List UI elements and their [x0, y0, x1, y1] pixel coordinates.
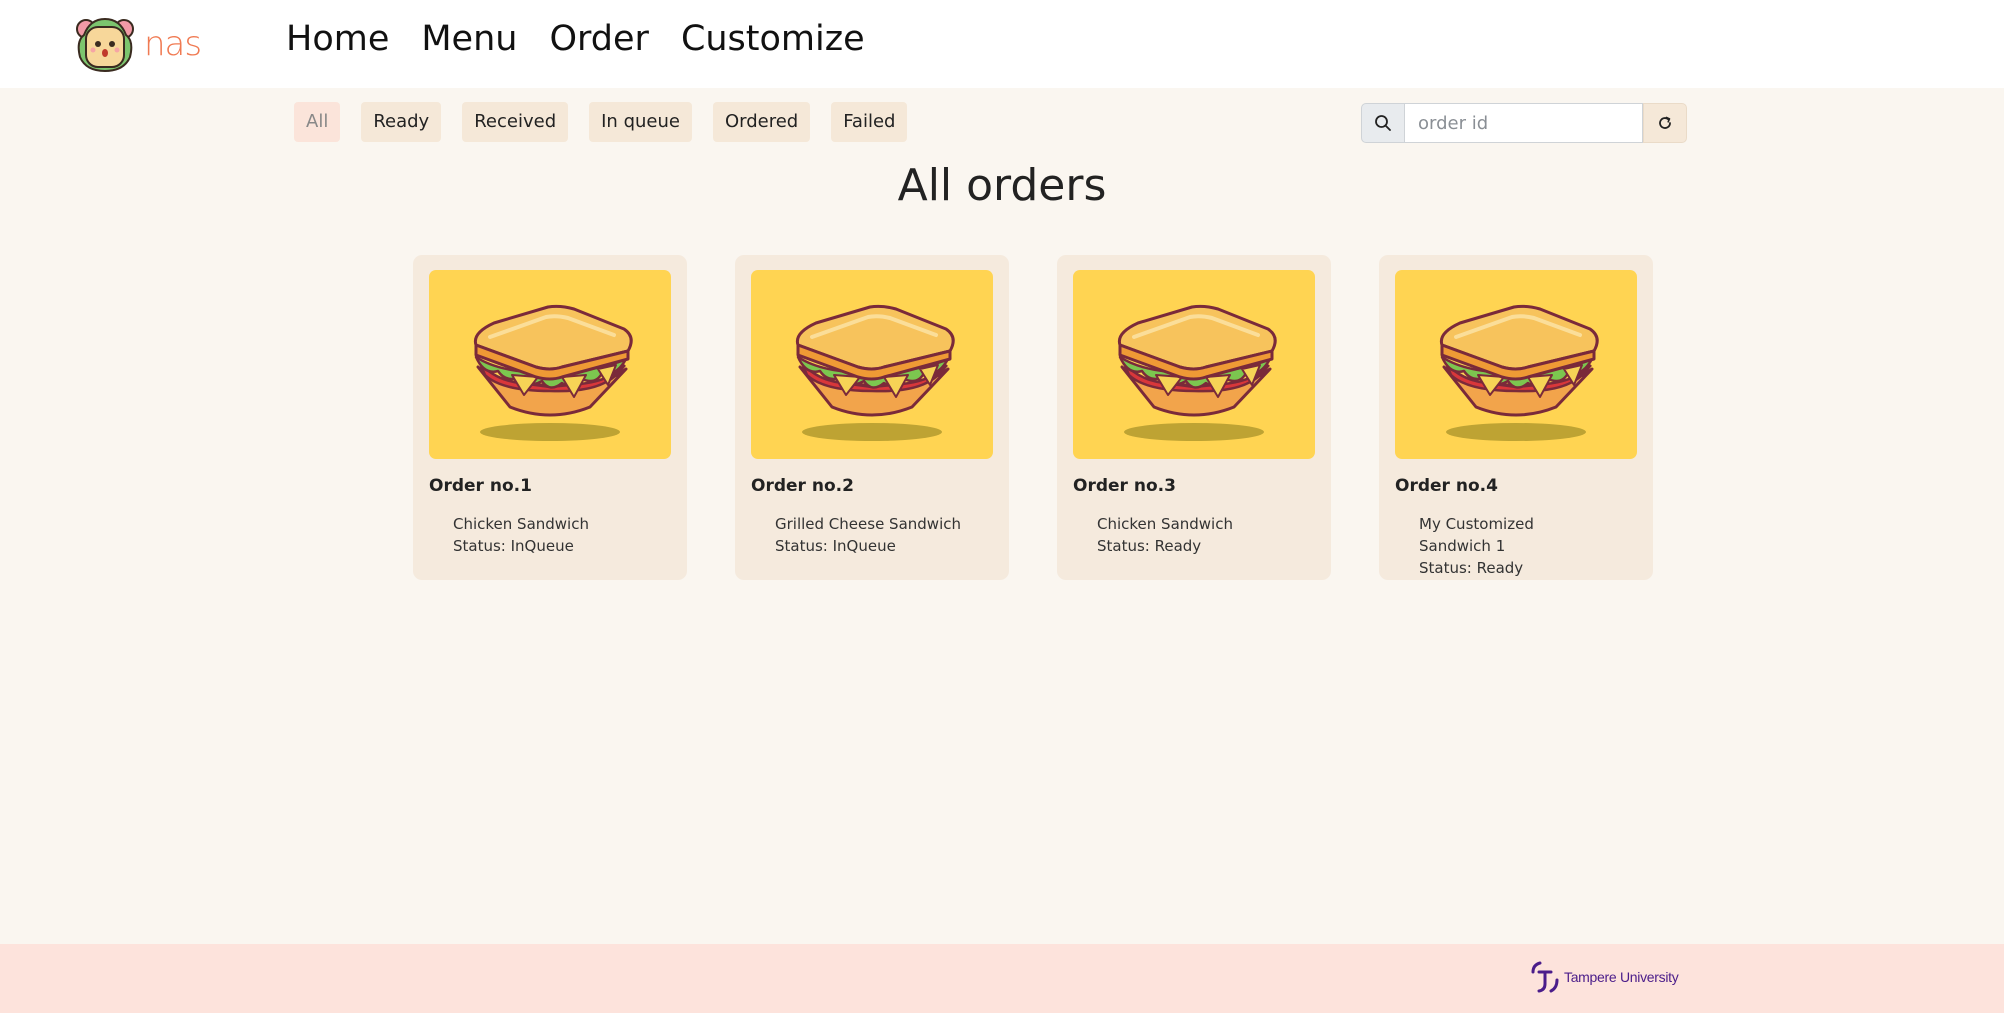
nav-order[interactable]: Order: [549, 18, 648, 60]
order-item: Grilled Cheese Sandwich: [775, 515, 961, 533]
top-navbar: nas Home Menu Order Customize: [0, 0, 2004, 88]
nav-menu[interactable]: Menu: [421, 18, 517, 60]
university-logo[interactable]: Tampere University: [1530, 960, 1679, 994]
filter-ordered[interactable]: Ordered: [712, 102, 811, 142]
filter-failed[interactable]: Failed: [831, 102, 908, 142]
filter-ready[interactable]: Ready: [361, 102, 442, 142]
status-filter-bar: All Ready Received In queue Ordered Fail…: [294, 102, 908, 142]
order-status: Status: Ready: [1097, 537, 1202, 555]
refresh-button[interactable]: [1643, 103, 1687, 143]
order-status: Status: InQueue: [775, 537, 896, 555]
order-card[interactable]: Order no.3 Chicken Sandwich Status: Read…: [1057, 255, 1331, 580]
search-button[interactable]: [1361, 103, 1405, 143]
sandwich-icon: [1439, 304, 1599, 441]
sandwich-mascot-icon: [76, 17, 134, 73]
sandwich-image: [429, 270, 671, 459]
order-details: My Customized Sandwich 1 Status: Ready: [1395, 513, 1605, 579]
sandwich-icon: [795, 304, 955, 441]
order-details: Chicken Sandwich Status: Ready: [1073, 513, 1283, 557]
order-title: Order no.3: [1073, 476, 1176, 496]
sandwich-image: [1395, 270, 1637, 459]
filter-in-queue[interactable]: In queue: [589, 102, 692, 142]
nav-customize[interactable]: Customize: [681, 18, 865, 60]
page-title: All orders: [897, 160, 1107, 211]
order-status: Status: InQueue: [453, 537, 574, 555]
order-item: My Customized Sandwich 1: [1419, 515, 1534, 555]
order-card[interactable]: Order no.4 My Customized Sandwich 1 Stat…: [1379, 255, 1653, 580]
filter-received[interactable]: Received: [462, 102, 569, 142]
brand-name: nas: [144, 24, 202, 64]
order-search: [1361, 103, 1687, 143]
tampere-university-icon: [1531, 961, 1559, 993]
search-icon: [1375, 115, 1391, 131]
sandwich-icon: [473, 304, 633, 441]
order-title: Order no.1: [429, 476, 532, 496]
order-card[interactable]: Order no.2 Grilled Cheese Sandwich Statu…: [735, 255, 1009, 580]
order-item: Chicken Sandwich: [1097, 515, 1233, 533]
nav-home[interactable]: Home: [286, 18, 389, 60]
order-title: Order no.2: [751, 476, 854, 496]
sandwich-icon: [1117, 304, 1277, 441]
sandwich-image: [751, 270, 993, 459]
refresh-icon: [1659, 116, 1671, 129]
order-details: Grilled Cheese Sandwich Status: InQueue: [751, 513, 961, 557]
brand-logo[interactable]: nas: [74, 12, 214, 76]
order-id-input[interactable]: [1405, 103, 1643, 143]
order-details: Chicken Sandwich Status: InQueue: [429, 513, 639, 557]
order-card[interactable]: Order no.1 Chicken Sandwich Status: InQu…: [413, 255, 687, 580]
filter-all[interactable]: All: [294, 102, 341, 142]
footer: Tampere University: [0, 944, 2004, 1013]
order-status: Status: Ready: [1419, 559, 1524, 577]
main-nav: Home Menu Order Customize: [286, 18, 865, 60]
orders-grid: Order no.1 Chicken Sandwich Status: InQu…: [413, 255, 1653, 580]
order-title: Order no.4: [1395, 476, 1498, 496]
order-item: Chicken Sandwich: [453, 515, 589, 533]
university-name: Tampere University: [1564, 969, 1679, 985]
sandwich-image: [1073, 270, 1315, 459]
